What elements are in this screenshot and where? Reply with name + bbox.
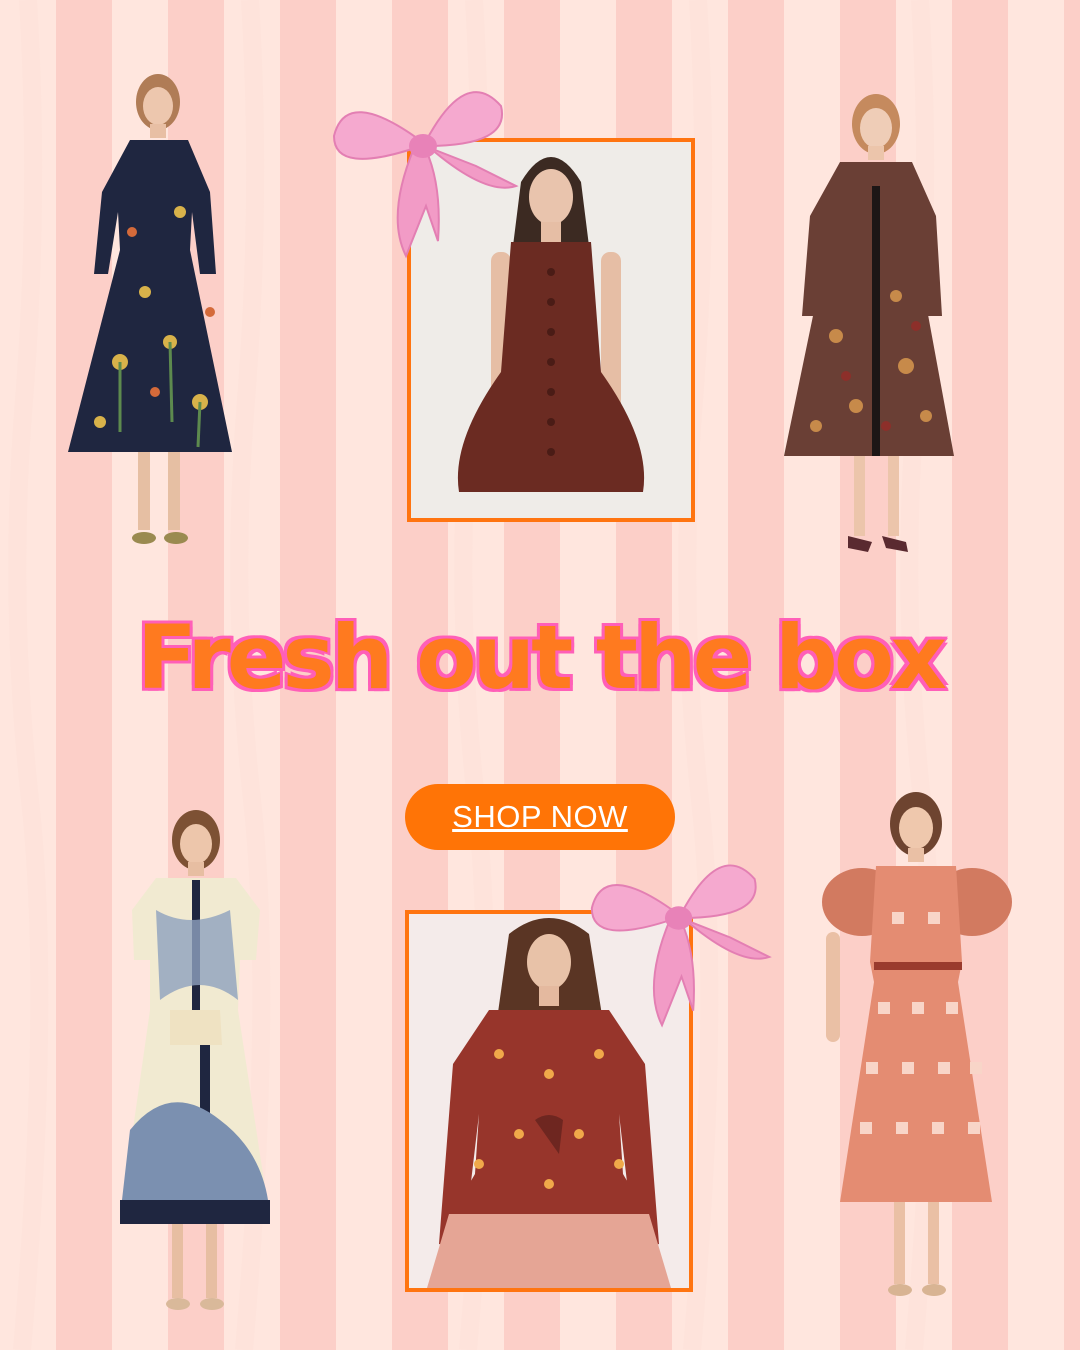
headline: Fresh out the box bbox=[135, 605, 948, 711]
product-pink-lattice-dress[interactable] bbox=[816, 782, 1026, 1322]
product-paisley-midi-dress[interactable] bbox=[776, 86, 966, 576]
product-navy-floral-dress[interactable] bbox=[60, 62, 250, 562]
pink-bow-icon bbox=[332, 91, 519, 259]
pink-bow-icon bbox=[590, 864, 772, 1028]
product-cream-scarf-print-dress[interactable] bbox=[110, 800, 280, 1320]
